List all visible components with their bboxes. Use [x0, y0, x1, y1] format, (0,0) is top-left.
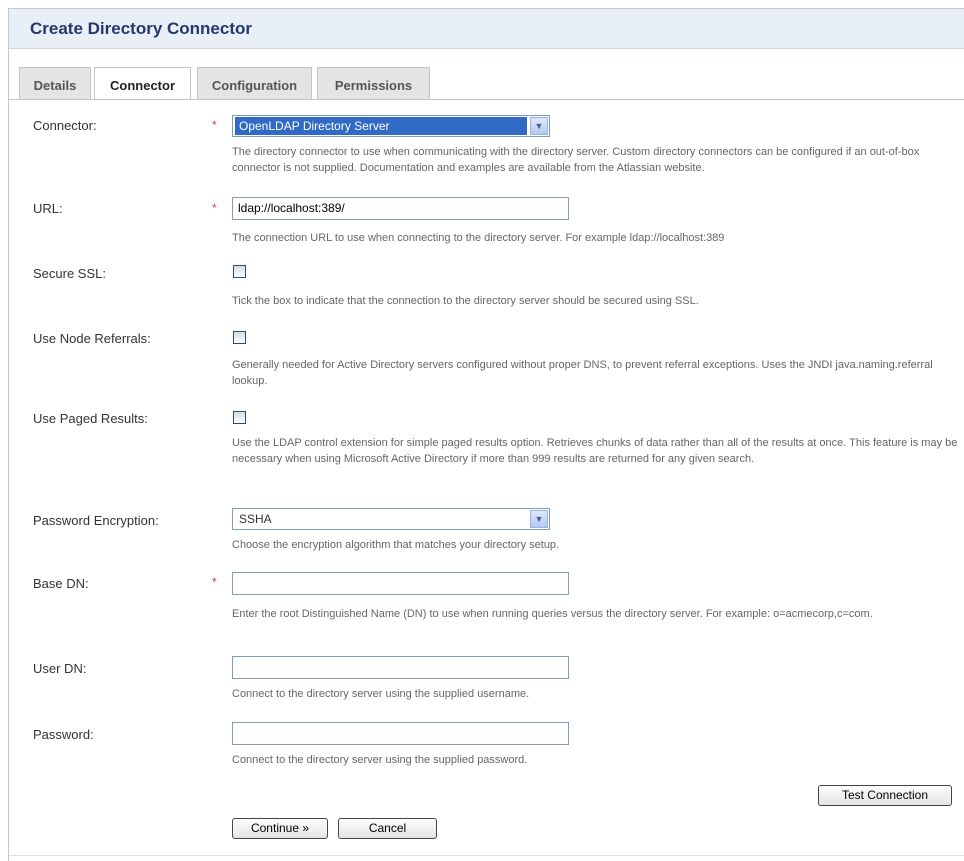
password-encryption-label: Password Encryption: [33, 513, 159, 528]
page-header: Create Directory Connector [9, 9, 964, 49]
connector-select[interactable]: OpenLDAP Directory Server ▼ [232, 115, 550, 137]
secure-ssl-checkbox[interactable] [233, 265, 246, 278]
url-help: The connection URL to use when connectin… [232, 232, 725, 244]
password-input[interactable] [232, 722, 569, 745]
chevron-down-icon[interactable]: ▼ [530, 117, 548, 135]
tab-connector[interactable]: Connector [94, 67, 191, 100]
tab-configuration[interactable]: Configuration [197, 67, 312, 99]
secure-ssl-help: Tick the box to indicate that the connec… [232, 295, 699, 307]
password-encryption-select[interactable]: SSHA ▼ [232, 508, 550, 530]
secure-ssl-label: Secure SSL: [33, 266, 106, 281]
password-help: Connect to the directory server using th… [232, 754, 528, 766]
user-dn-label: User DN: [33, 661, 87, 676]
user-dn-input[interactable] [232, 656, 569, 679]
required-marker: * [212, 201, 217, 215]
paged-results-checkbox[interactable] [233, 411, 246, 424]
node-referrals-help: Generally needed for Active Directory se… [232, 359, 933, 387]
cancel-button[interactable]: Cancel [338, 818, 437, 839]
base-dn-help: Enter the root Distinguished Name (DN) t… [232, 608, 873, 620]
connector-select-value: OpenLDAP Directory Server [235, 117, 527, 135]
node-referrals-label: Use Node Referrals: [33, 331, 151, 346]
tab-details[interactable]: Details [19, 67, 91, 99]
footer-divider [9, 855, 964, 856]
connector-label: Connector: [33, 118, 97, 133]
url-input[interactable]: ldap://localhost:389/ [232, 197, 569, 220]
password-encryption-help: Choose the encryption algorithm that mat… [232, 539, 560, 551]
tab-divider [9, 99, 964, 100]
base-dn-input[interactable] [232, 572, 569, 595]
paged-results-help: Use the LDAP control extension for simpl… [232, 437, 958, 465]
required-marker: * [212, 575, 217, 589]
chevron-down-icon[interactable]: ▼ [530, 510, 548, 528]
node-referrals-checkbox[interactable] [233, 331, 246, 344]
page-title: Create Directory Connector [30, 19, 253, 38]
paged-results-label: Use Paged Results: [33, 411, 148, 426]
url-label: URL: [33, 201, 63, 216]
base-dn-label: Base DN: [33, 576, 89, 591]
required-marker: * [212, 118, 217, 132]
password-encryption-value: SSHA [239, 512, 272, 526]
tab-permissions[interactable]: Permissions [317, 67, 430, 99]
user-dn-help: Connect to the directory server using th… [232, 688, 530, 700]
connector-help: The directory connector to use when comm… [232, 146, 920, 174]
test-connection-button[interactable]: Test Connection [818, 785, 952, 806]
password-label: Password: [33, 727, 94, 742]
continue-button[interactable]: Continue » [232, 818, 328, 839]
